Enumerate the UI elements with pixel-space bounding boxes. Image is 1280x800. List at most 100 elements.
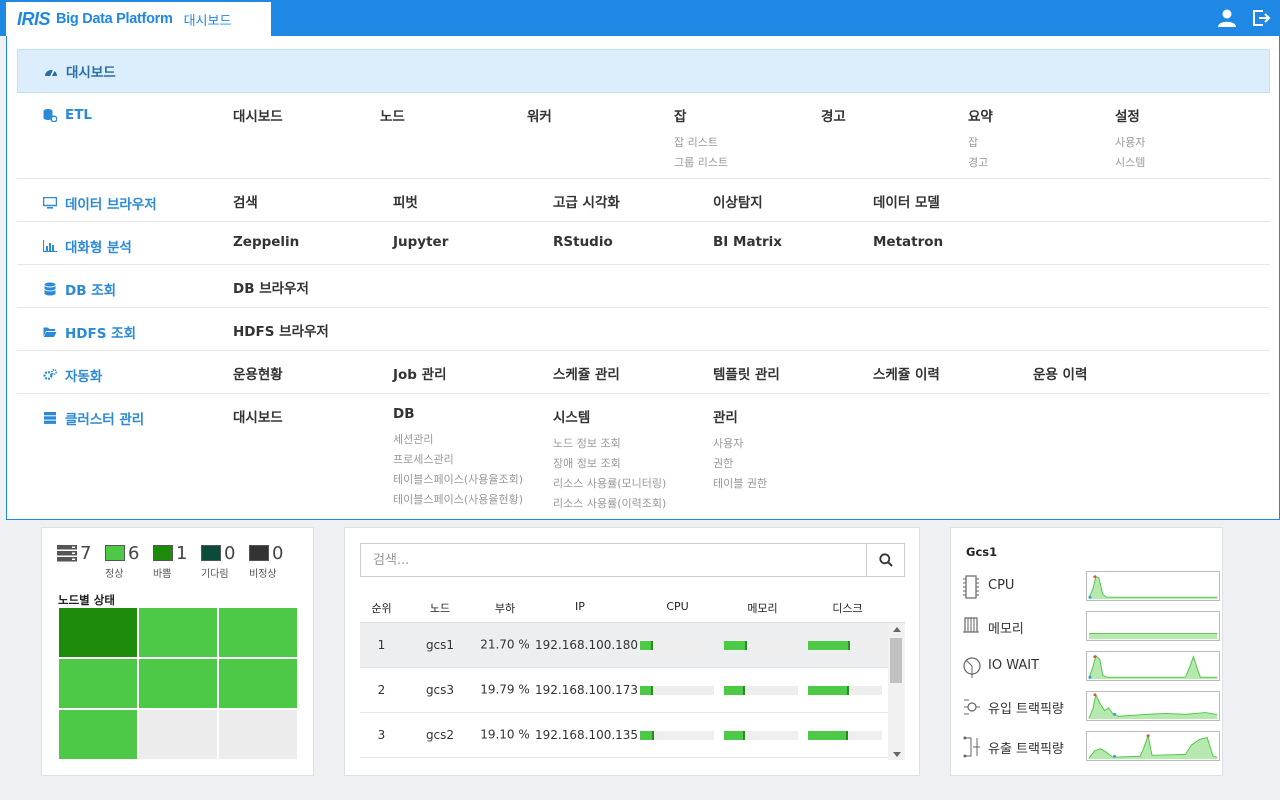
analysis-rstudio-link[interactable]: RStudio: [553, 234, 613, 250]
heatmap-cell[interactable]: [218, 658, 298, 709]
col-node[interactable]: 노드: [420, 600, 460, 616]
col-cpu[interactable]: CPU: [640, 600, 715, 613]
cluster-system-sub-link[interactable]: 리소스 사용률(모니터링): [553, 474, 666, 494]
etl-summary-link[interactable]: 요약: [968, 105, 993, 125]
heatmap-cell[interactable]: [138, 607, 218, 658]
menu-category-etl[interactable]: ETL: [43, 107, 92, 123]
menu-category-cluster[interactable]: 클러스터 관리: [43, 408, 144, 428]
metric-sparkline[interactable]: [1086, 571, 1220, 601]
cluster-manage-sub-link[interactable]: 권한: [713, 454, 767, 474]
cluster-db-sub-link[interactable]: 테이블스페이스(사용율조회): [393, 470, 523, 490]
cluster-manage-sub-link[interactable]: 테이블 권한: [713, 474, 767, 494]
etl-settings-user-link[interactable]: 사용자: [1115, 133, 1145, 153]
menu-row-data-browser: 데이터 브라우저 검색 피벗 고급 시각화 이상탐지 데이터 모델: [17, 178, 1270, 221]
heatmap-cell[interactable]: [58, 709, 138, 760]
etl-job-link[interactable]: 잡: [674, 105, 728, 125]
heatmap-cell[interactable]: [218, 709, 298, 760]
etl-alert-link[interactable]: 경고: [821, 105, 846, 125]
disk-bar-fill: [808, 731, 848, 740]
browser-pivot-link[interactable]: 피벗: [393, 191, 418, 211]
heatmap-cell[interactable]: [218, 607, 298, 658]
analysis-metatron-link[interactable]: Metatron: [873, 234, 943, 250]
auto-template-manage-link[interactable]: 템플릿 관리: [713, 363, 780, 383]
etl-job-list-link[interactable]: 잡 리스트: [674, 133, 728, 153]
analysis-bimatrix-link[interactable]: BI Matrix: [713, 234, 782, 250]
load-cell: 19.79 %: [480, 682, 530, 697]
mega-menu: 대시보드 ETL 대시보드 노드 워커 잡 잡 리스트 그룹 리스트 경고 요약…: [6, 36, 1280, 520]
col-rank[interactable]: 순위: [364, 600, 399, 616]
metric-sparkline[interactable]: [1086, 731, 1220, 761]
analysis-zeppelin-link[interactable]: Zeppelin: [233, 234, 299, 250]
metric-label: 메모리: [988, 622, 1024, 637]
top-bar: IRIS Big Data Platform 대시보드: [0, 0, 1280, 36]
menu-category-data-browser[interactable]: 데이터 브라우저: [43, 193, 157, 213]
auto-job-manage-link[interactable]: Job 관리: [393, 363, 447, 383]
menu-category-automation[interactable]: 자동화: [43, 365, 102, 385]
scroll-up-arrow[interactable]: [893, 627, 901, 632]
table-row[interactable]: 2 gcs3 19.79 % 192.168.100.173: [360, 668, 888, 713]
disk-bar-fill: [808, 641, 850, 650]
cluster-system-link[interactable]: 시스템: [553, 406, 666, 426]
menu-dashboard[interactable]: 대시보드: [17, 49, 1270, 93]
user-icon[interactable]: [1215, 7, 1239, 29]
cluster-system-sub-link[interactable]: 노드 정보 조회: [553, 434, 666, 454]
brand-logo: IRIS: [17, 8, 51, 29]
browser-anomaly-link[interactable]: 이상탐지: [713, 191, 763, 211]
search-button[interactable]: [866, 544, 904, 576]
table-row[interactable]: 1 gcs1 21.70 % 192.168.100.180: [360, 623, 888, 668]
metric-sparkline[interactable]: [1086, 651, 1220, 681]
col-disk[interactable]: 디스크: [810, 600, 885, 616]
scroll-thumb[interactable]: [890, 638, 902, 683]
col-load[interactable]: 부하: [480, 600, 530, 616]
table-scrollbar[interactable]: [888, 623, 905, 760]
heatmap-cell[interactable]: [58, 658, 138, 709]
etl-worker-link[interactable]: 워커: [527, 105, 552, 125]
node-search-input[interactable]: [361, 544, 866, 576]
metric-sparkline[interactable]: [1086, 691, 1220, 721]
cluster-db-link[interactable]: DB: [393, 406, 523, 422]
scroll-down-arrow[interactable]: [893, 752, 901, 757]
heatmap-cell[interactable]: [58, 607, 138, 658]
etl-summary-job-link[interactable]: 잡: [968, 133, 993, 153]
etl-settings-link[interactable]: 설정: [1115, 105, 1145, 125]
disk-bar: [808, 731, 882, 740]
etl-settings-system-link[interactable]: 시스템: [1115, 153, 1145, 173]
cluster-manage-sub-link[interactable]: 사용자: [713, 434, 767, 454]
heatmap-cell[interactable]: [138, 709, 218, 760]
menu-category-db[interactable]: DB 조회: [43, 279, 116, 299]
folder-open-icon: [43, 325, 57, 339]
etl-node-link[interactable]: 노드: [380, 105, 405, 125]
busy-label: 바쁨: [153, 569, 172, 580]
cluster-db-sub-link[interactable]: 프로세스관리: [393, 450, 523, 470]
ip-cell: 192.168.100.135: [535, 728, 639, 742]
cluster-db-sub-link[interactable]: 세션관리: [393, 430, 523, 450]
cluster-dashboard-link[interactable]: 대시보드: [233, 406, 283, 426]
table-row[interactable]: 3 gcs2 19.10 % 192.168.100.135: [360, 713, 888, 758]
cluster-db-sub-link[interactable]: 테이블스페이스(사용율현황): [393, 490, 523, 510]
brand-tab[interactable]: IRIS Big Data Platform 대시보드: [6, 2, 271, 36]
cluster-system-sub-link[interactable]: 리소스 사용률(이력조회): [553, 494, 666, 514]
browser-search-link[interactable]: 검색: [233, 191, 258, 211]
heatmap-cell[interactable]: [138, 658, 218, 709]
analysis-jupyter-link[interactable]: Jupyter: [393, 234, 448, 250]
auto-schedule-manage-link[interactable]: 스케쥴 관리: [553, 363, 620, 383]
db-browser-link[interactable]: DB 브라우저: [233, 277, 309, 297]
browser-data-model-link[interactable]: 데이터 모델: [873, 191, 940, 211]
col-ip[interactable]: IP: [535, 600, 625, 613]
cluster-system-sub-link[interactable]: 장애 정보 조회: [553, 454, 666, 474]
etl-group-list-link[interactable]: 그룹 리스트: [674, 153, 728, 173]
etl-summary-alert-link[interactable]: 경고: [968, 153, 993, 173]
col-memory[interactable]: 메모리: [725, 600, 800, 616]
hdfs-browser-link[interactable]: HDFS 브라우저: [233, 320, 329, 340]
menu-category-analysis[interactable]: 대화형 분석: [43, 236, 132, 256]
logout-icon[interactable]: [1249, 7, 1273, 29]
auto-status-link[interactable]: 운용현황: [233, 363, 283, 383]
browser-advanced-viz-link[interactable]: 고급 시각화: [553, 191, 620, 211]
auto-schedule-history-link[interactable]: 스케쥴 이력: [873, 363, 940, 383]
abnormal-count: 0: [272, 543, 284, 564]
cluster-manage-link[interactable]: 관리: [713, 406, 767, 426]
metric-sparkline[interactable]: [1086, 611, 1220, 641]
etl-dashboard-link[interactable]: 대시보드: [233, 105, 283, 125]
auto-operation-history-link[interactable]: 운용 이력: [1033, 363, 1087, 383]
menu-category-hdfs[interactable]: HDFS 조회: [43, 322, 136, 342]
